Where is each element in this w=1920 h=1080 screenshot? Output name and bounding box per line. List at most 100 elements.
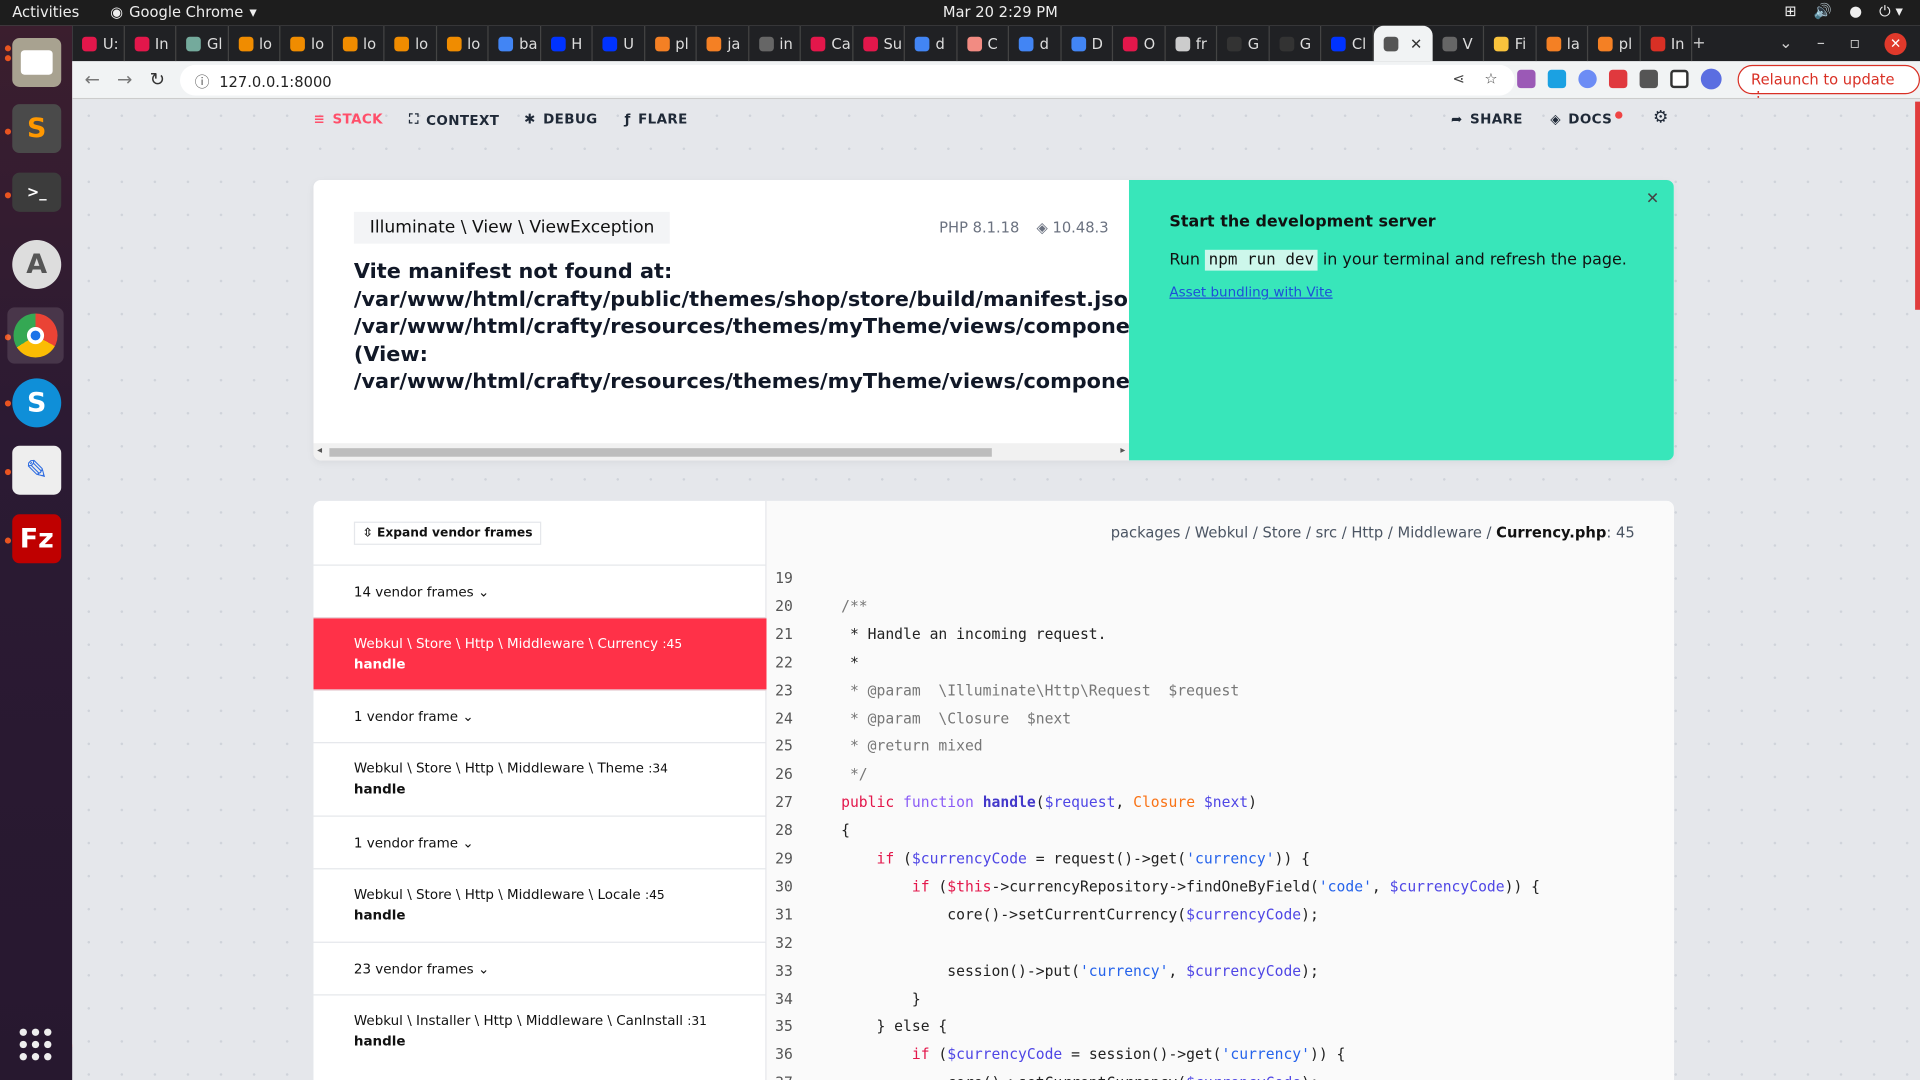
back-button[interactable]: ←	[84, 69, 99, 91]
browser-tab[interactable]: pl	[645, 25, 697, 62]
favicon-icon	[810, 36, 826, 51]
browser-tab[interactable]: la	[1536, 25, 1589, 62]
stack-frame[interactable]: Webkul \ Store \ Http \ Middleware \ The…	[313, 742, 767, 815]
expand-vendor-frames-button[interactable]: ⇳ Expand vendor frames	[353, 521, 542, 545]
browser-tab[interactable]: Gl	[176, 25, 229, 62]
vendor-frames-toggle[interactable]: 14 vendor frames ⌄	[313, 564, 767, 618]
activities-button[interactable]: Activities	[12, 4, 79, 21]
reload-button[interactable]: ↻	[150, 69, 165, 91]
maximize-button[interactable]: ▫	[1849, 34, 1860, 52]
extensions-puzzle-icon[interactable]	[1639, 69, 1658, 89]
tab-active[interactable]: ✕	[1373, 25, 1433, 62]
dock-updater-icon[interactable]: A	[12, 240, 62, 289]
page-scrollbar[interactable]	[1915, 101, 1920, 310]
app-menu[interactable]: ◉ Google Chrome ▾	[110, 4, 257, 21]
profile-avatar[interactable]	[1700, 68, 1722, 90]
browser-tab[interactable]: U:	[72, 25, 125, 62]
line-number: 23	[775, 681, 793, 699]
dock-text-editor-icon[interactable]: ✎	[12, 445, 62, 495]
dock-files-icon[interactable]	[12, 37, 62, 87]
favicon-icon	[498, 36, 514, 51]
browser-tab[interactable]: D	[1061, 25, 1114, 62]
bookmark-star-icon[interactable]: ☆	[1484, 70, 1497, 87]
browser-tab[interactable]: Su	[853, 25, 905, 62]
browser-tab[interactable]: d	[905, 25, 957, 62]
chevron-down-icon: ⌄	[462, 708, 474, 725]
share-button[interactable]: ➦ SHARE	[1451, 111, 1523, 127]
browser-tab[interactable]: G	[1217, 25, 1270, 62]
browser-tab[interactable]: V	[1432, 25, 1485, 62]
browser-tab[interactable]: d	[1009, 25, 1062, 62]
vendor-frames-toggle[interactable]: 1 vendor frame ⌄	[313, 815, 767, 870]
vendor-frames-toggle[interactable]: 1 vendor frame ⌄	[313, 689, 767, 743]
laravel-icon: ◈	[1550, 111, 1561, 128]
browser-tab[interactable]: O	[1113, 25, 1166, 62]
stack-frame[interactable]: Webkul \ Installer \ Http \ Middleware \…	[313, 994, 767, 1067]
dock-chrome-icon[interactable]	[7, 307, 64, 364]
show-applications-button[interactable]	[19, 1028, 52, 1061]
forward-button[interactable]: →	[117, 69, 132, 91]
extension-gear-icon[interactable]	[1578, 69, 1597, 89]
browser-tab[interactable]: G	[1269, 25, 1322, 62]
ignition-page: ≡ STACK ⛶ CONTEXT ✱ DEBUG ƒ FLARE ➦ SHARE ◈ DO…	[72, 99, 1920, 1080]
close-solution-button[interactable]: ✕	[1646, 190, 1659, 208]
browser-tab[interactable]: lo	[332, 25, 385, 62]
clock[interactable]: Mar 20 2:29 PM	[943, 4, 1058, 21]
vendor-frames-toggle[interactable]: 23 vendor frames ⌄	[313, 941, 767, 996]
nav-stack[interactable]: ≡ STACK	[313, 111, 382, 127]
browser-tab[interactable]: lo	[228, 25, 281, 62]
dock-sublime-icon[interactable]: S	[12, 104, 62, 154]
browser-tab[interactable]: lo	[384, 25, 437, 62]
browser-tab[interactable]: In	[1640, 25, 1693, 62]
dock-terminal-icon[interactable]: >_	[12, 172, 62, 212]
nav-flare[interactable]: ƒ FLARE	[624, 111, 687, 127]
code-line: * @return mixed	[805, 737, 983, 755]
browser-tab[interactable]: pl	[1588, 25, 1641, 62]
browser-tab[interactable]: In	[124, 25, 177, 62]
close-window-button[interactable]: ✕	[1884, 32, 1907, 55]
nav-debug[interactable]: ✱ DEBUG	[524, 111, 598, 127]
favicon-icon	[1226, 36, 1242, 51]
stack-frame[interactable]: Webkul \ Store \ Http \ Middleware \ Cur…	[313, 617, 767, 691]
browser-tab[interactable]: fr	[1165, 25, 1218, 62]
solution-panel: ✕ Start the development server Run npm r…	[1128, 180, 1674, 461]
docs-button[interactable]: ◈ DOCS	[1550, 110, 1623, 128]
browser-tab[interactable]: Cl	[1321, 25, 1374, 62]
code-line: public function handle($request, Closure…	[841, 793, 1257, 811]
browser-tab[interactable]: lo	[280, 25, 333, 62]
dock-skype-icon[interactable]: S	[12, 378, 62, 428]
side-panel-icon[interactable]	[1670, 69, 1689, 89]
browser-tab[interactable]: ba	[489, 25, 541, 62]
browser-tab[interactable]: ja	[697, 25, 749, 62]
address-bar[interactable]: ⓘ 127.0.0.1:8000 ⋖ ☆	[180, 64, 1515, 96]
file-path[interactable]: packages / Webkul / Store / src / Http /…	[1111, 524, 1635, 541]
system-tray[interactable]: ⊞ 🔊 ● ⏻ ▾	[1784, 2, 1903, 20]
power-icon: ⏻ ▾	[1879, 2, 1903, 20]
extension-red-icon[interactable]	[1608, 69, 1628, 89]
extension-fi-icon[interactable]	[1547, 69, 1567, 89]
laravel-version: ◈ 10.48.3	[1036, 219, 1109, 237]
horizontal-scrollbar[interactable]: ◂ ▸	[313, 443, 1129, 461]
browser-tab[interactable]: Fi	[1484, 25, 1537, 62]
minimize-button[interactable]: –	[1817, 34, 1825, 52]
site-info-icon[interactable]: ⓘ	[195, 73, 210, 90]
browser-tab[interactable]: H	[541, 25, 593, 62]
share-icon[interactable]: ⋖	[1452, 70, 1464, 87]
settings-gear-icon[interactable]: ⚙	[1653, 108, 1669, 128]
extension-feather-icon[interactable]	[1517, 69, 1536, 89]
nav-context[interactable]: ⛶ CONTEXT	[409, 111, 499, 128]
browser-tab[interactable]: C	[957, 25, 1009, 62]
browser-tab[interactable]: in	[749, 25, 801, 62]
relaunch-to-update-button[interactable]: Relaunch to update ⋮	[1737, 64, 1920, 105]
close-tab-icon[interactable]: ✕	[1410, 35, 1422, 52]
dock-filezilla-icon[interactable]: Fz	[12, 514, 62, 564]
solution-title: Start the development server	[1169, 213, 1436, 232]
browser-tab[interactable]: lo	[437, 25, 489, 62]
browser-tab[interactable]: U	[593, 25, 645, 62]
line-number: 20	[775, 597, 793, 615]
stack-frame[interactable]: Webkul \ Store \ Http \ Middleware \ Loc…	[313, 868, 767, 941]
new-tab-button[interactable]: +	[1692, 34, 1705, 52]
vite-docs-link[interactable]: Asset bundling with Vite	[1169, 284, 1633, 300]
tab-search-button[interactable]: ⌄	[1779, 34, 1792, 52]
browser-tab[interactable]: Ca	[801, 25, 853, 62]
